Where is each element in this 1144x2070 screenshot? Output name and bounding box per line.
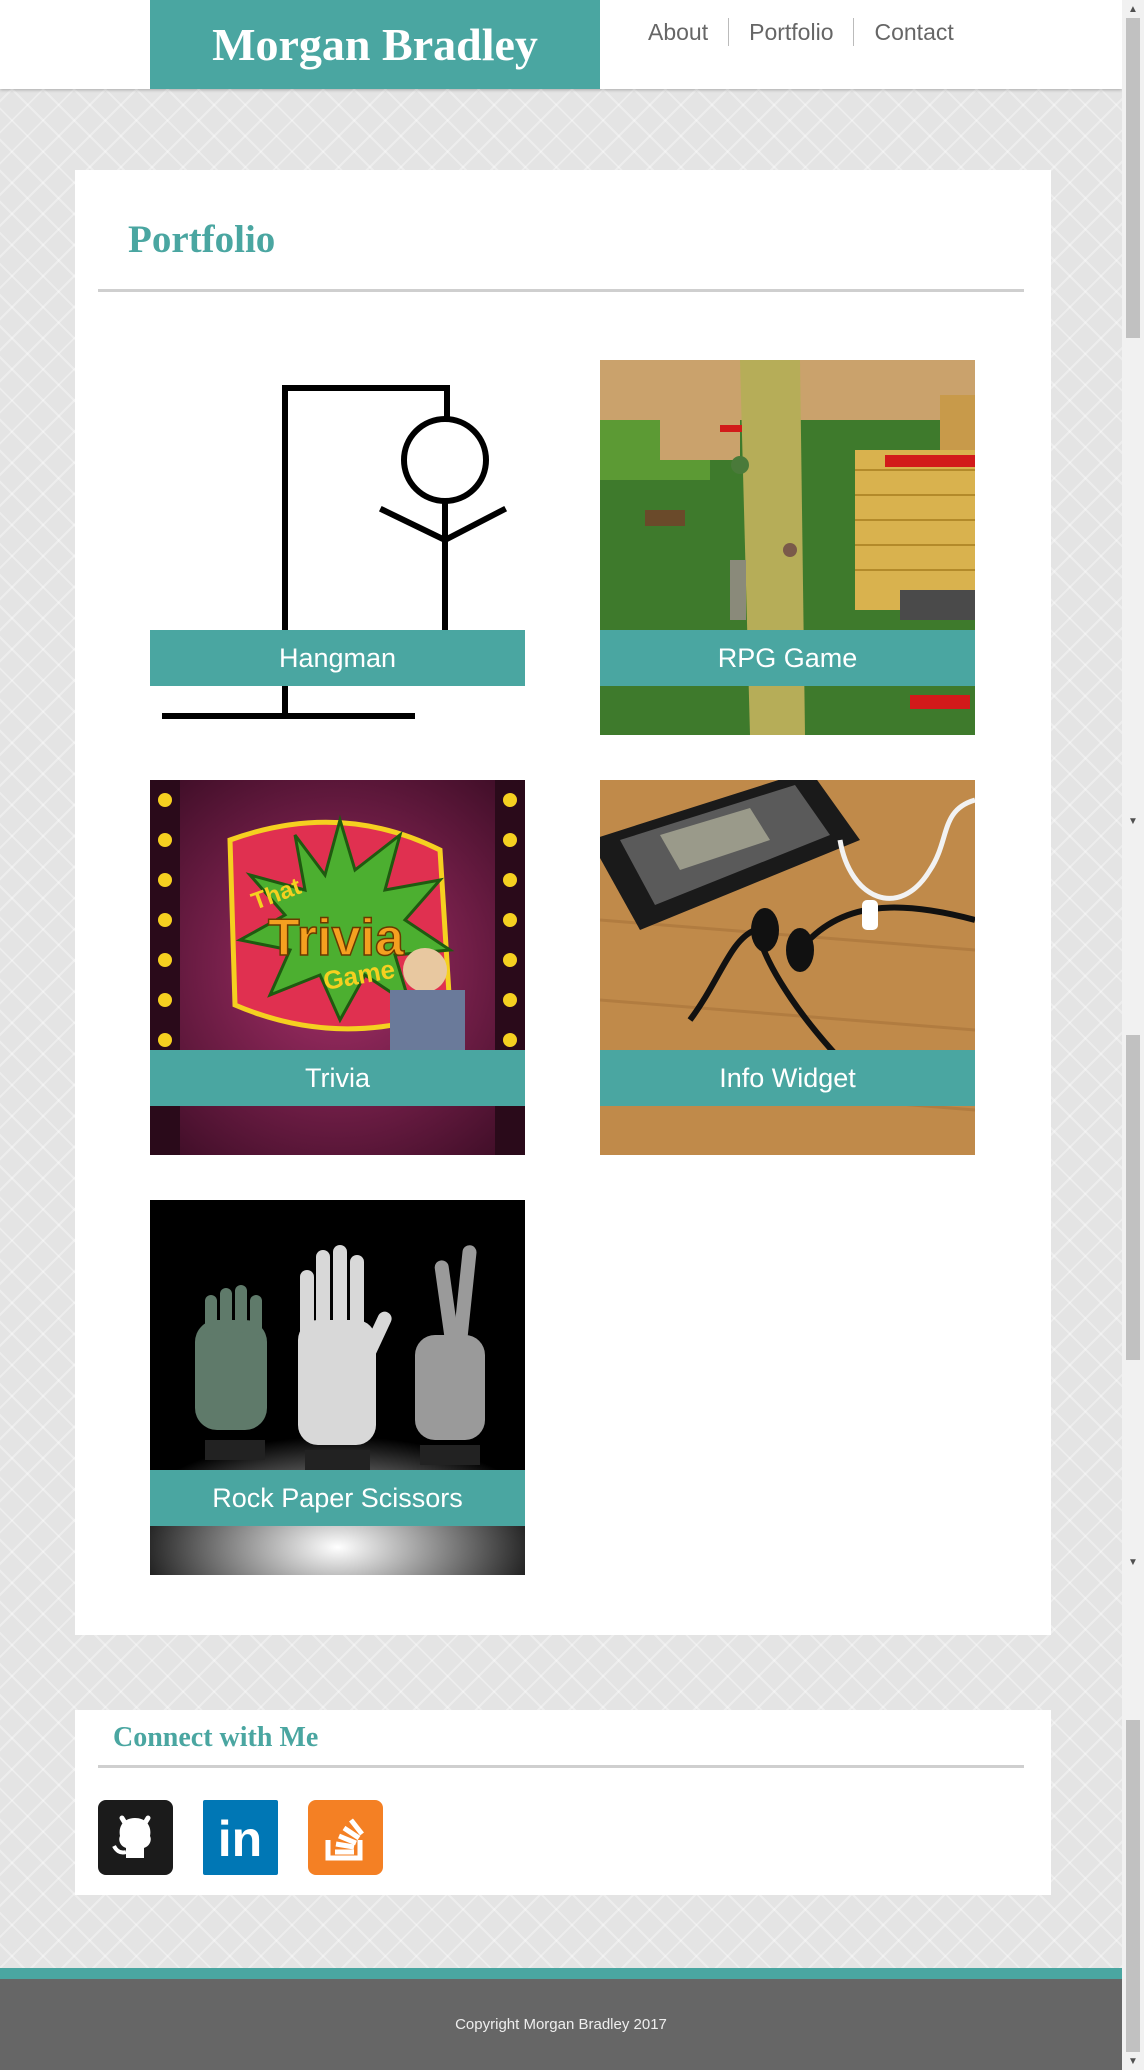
page: Morgan Bradley About Portfolio Contact P… — [0, 0, 1122, 2070]
nav-link-portfolio[interactable]: Portfolio — [728, 18, 853, 46]
connect-title: Connect with Me — [113, 1722, 319, 1753]
github-icon — [112, 1815, 151, 1858]
copyright-text: Copyright Morgan Bradley 2017 — [455, 2016, 667, 2033]
svg-text:in: in — [218, 1811, 262, 1867]
scroll-down-arrow[interactable]: ▼ — [1122, 812, 1144, 830]
stackoverflow-icon — [325, 1818, 364, 1861]
portfolio-item-hangman[interactable]: Hangman — [150, 360, 525, 735]
stackoverflow-link[interactable] — [308, 1800, 383, 1875]
portfolio-item-label: Rock Paper Scissors — [150, 1470, 525, 1526]
scroll-thumb[interactable] — [1126, 18, 1140, 338]
portfolio-item-rpg-game[interactable]: RPG Game — [600, 360, 975, 735]
footer-accent-bar — [0, 1968, 1122, 1979]
linkedin-link[interactable]: in — [203, 1800, 278, 1875]
site-brand[interactable]: Morgan Bradley — [150, 0, 600, 89]
divider — [98, 1765, 1024, 1768]
page-scrollbar[interactable]: ▲ ▼ ▼ ▼ — [1122, 0, 1144, 2070]
portfolio-panel: Portfolio Hangman RPG Game That Trivia G… — [75, 170, 1051, 1635]
portfolio-title: Portfolio — [128, 218, 276, 261]
main-nav: About Portfolio Contact — [632, 18, 974, 46]
scroll-down-arrow-secondary[interactable]: ▼ — [1122, 1553, 1144, 1571]
nav-link-contact[interactable]: Contact — [853, 18, 973, 46]
portfolio-item-label: Hangman — [150, 630, 525, 686]
site-footer: Copyright Morgan Bradley 2017 — [0, 1979, 1122, 2070]
portfolio-item-label: RPG Game — [600, 630, 975, 686]
divider — [98, 289, 1024, 292]
portfolio-item-label: Info Widget — [600, 1050, 975, 1106]
portfolio-item-trivia[interactable]: That Trivia Game Trivia — [150, 780, 525, 1155]
portfolio-item-info-widget[interactable]: Info Widget — [600, 780, 975, 1155]
github-link[interactable] — [98, 1800, 173, 1875]
scroll-thumb-secondary[interactable] — [1126, 1035, 1140, 1360]
linkedin-icon: in — [218, 1811, 262, 1867]
connect-panel: Connect with Me in — [75, 1710, 1051, 1895]
portfolio-item-rock-paper-scissors[interactable]: Rock Paper Scissors — [150, 1200, 525, 1575]
portfolio-item-label: Trivia — [150, 1050, 525, 1106]
nav-link-about[interactable]: About — [632, 18, 728, 46]
scroll-down-arrow-bottom[interactable]: ▼ — [1122, 2052, 1144, 2070]
scroll-thumb-tertiary[interactable] — [1126, 1720, 1140, 2052]
scroll-up-arrow[interactable]: ▲ — [1122, 0, 1144, 18]
site-header: Morgan Bradley About Portfolio Contact — [0, 0, 1122, 89]
